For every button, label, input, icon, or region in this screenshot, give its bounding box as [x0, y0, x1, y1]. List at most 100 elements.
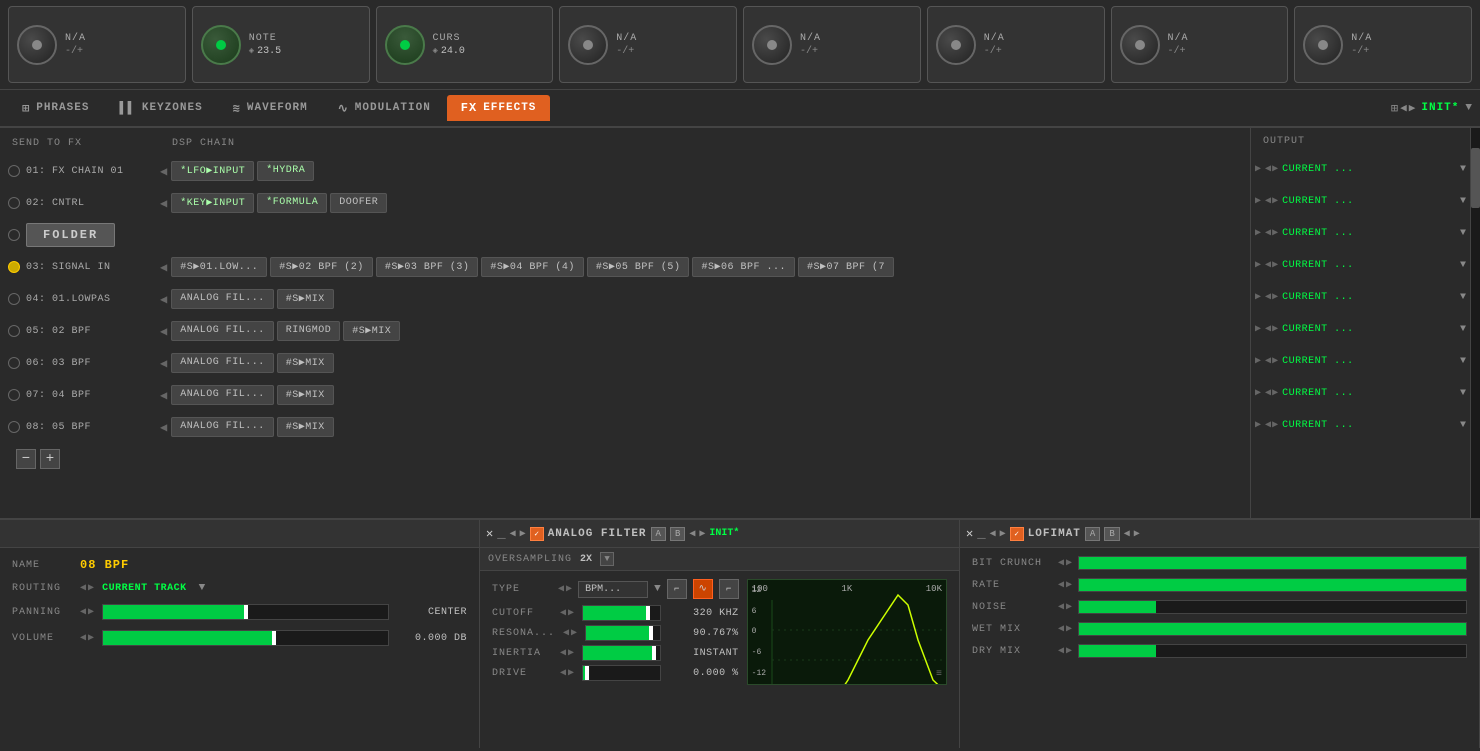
- drive-next[interactable]: ▶: [568, 667, 574, 679]
- output-next-9[interactable]: ▶: [1272, 419, 1278, 431]
- output-play-3[interactable]: ▶: [1255, 227, 1261, 239]
- right-prev-btn[interactable]: ◀: [990, 528, 996, 540]
- knob-6[interactable]: [936, 25, 976, 65]
- main-scrollbar[interactable]: [1470, 128, 1480, 518]
- right-tag-b[interactable]: B: [1104, 527, 1119, 541]
- next-preset-btn[interactable]: ▶: [1409, 101, 1416, 115]
- panning-prev[interactable]: ◀: [80, 606, 86, 618]
- mid-close-btn[interactable]: ✕: [486, 526, 493, 541]
- rate-slider[interactable]: [1078, 578, 1467, 592]
- mid-prev-btn[interactable]: ◀: [510, 528, 516, 540]
- output-play-5[interactable]: ▶: [1255, 291, 1261, 303]
- dry-mix-slider[interactable]: [1078, 644, 1467, 658]
- add-btn[interactable]: +: [40, 449, 60, 469]
- type-next[interactable]: ▶: [566, 583, 572, 595]
- routing-next[interactable]: ▶: [88, 582, 94, 594]
- output-prev-1[interactable]: ◀: [1265, 163, 1271, 175]
- chip-smix-2[interactable]: #S▶MIX: [343, 321, 400, 341]
- type-prev[interactable]: ◀: [558, 583, 564, 595]
- tab-waveform[interactable]: ≋ WAVEFORM: [219, 95, 322, 122]
- knob-4[interactable]: [568, 25, 608, 65]
- cutoff-next[interactable]: ▶: [568, 607, 574, 619]
- output-dd-5[interactable]: ▼: [1460, 292, 1466, 303]
- oversampling-dropdown[interactable]: ▼: [600, 552, 614, 566]
- output-play-4[interactable]: ▶: [1255, 259, 1261, 271]
- noise-next[interactable]: ▶: [1066, 601, 1072, 613]
- output-dd-6[interactable]: ▼: [1460, 324, 1466, 335]
- chip-s07[interactable]: #S▶07 BPF (7: [798, 257, 894, 277]
- folder-btn[interactable]: FOLDER: [26, 223, 115, 247]
- chip-smix-1[interactable]: #S▶MIX: [277, 289, 334, 309]
- output-dd-9[interactable]: ▼: [1460, 420, 1466, 431]
- row-arrow-6[interactable]: ◀: [160, 324, 167, 339]
- bit-crunch-prev[interactable]: ◀: [1058, 557, 1064, 569]
- chip-analog-1[interactable]: ANALOG FIL...: [171, 289, 274, 309]
- panning-next[interactable]: ▶: [88, 606, 94, 618]
- resonance-prev[interactable]: ◀: [563, 627, 569, 639]
- rate-next[interactable]: ▶: [1066, 579, 1072, 591]
- drive-slider[interactable]: [582, 665, 661, 681]
- right-enable-checkbox[interactable]: ✓: [1010, 527, 1024, 541]
- panning-slider[interactable]: [102, 604, 389, 620]
- output-play-6[interactable]: ▶: [1255, 323, 1261, 335]
- chip-doofer[interactable]: DOOFER: [330, 193, 387, 213]
- type-dropdown[interactable]: BPM...: [578, 581, 648, 598]
- preset-dropdown-arrow[interactable]: ▼: [1465, 102, 1472, 114]
- wet-mix-next[interactable]: ▶: [1066, 623, 1072, 635]
- type-btn-3[interactable]: ⌐: [719, 579, 739, 599]
- noise-prev[interactable]: ◀: [1058, 601, 1064, 613]
- output-prev-3[interactable]: ◀: [1265, 227, 1271, 239]
- wet-mix-prev[interactable]: ◀: [1058, 623, 1064, 635]
- tab-keyzones[interactable]: ▌▌ KEYZONES: [105, 95, 216, 121]
- knob-8[interactable]: [1303, 25, 1343, 65]
- output-dd-1[interactable]: ▼: [1460, 164, 1466, 175]
- inertia-prev[interactable]: ◀: [560, 647, 566, 659]
- chip-analog-4[interactable]: ANALOG FIL...: [171, 385, 274, 405]
- output-play-2[interactable]: ▶: [1255, 195, 1261, 207]
- type-dd-arrow[interactable]: ▼: [654, 583, 661, 595]
- type-btn-wave[interactable]: ∿: [693, 579, 713, 599]
- output-next-3[interactable]: ▶: [1272, 227, 1278, 239]
- row-arrow-5[interactable]: ◀: [160, 292, 167, 307]
- volume-next[interactable]: ▶: [88, 632, 94, 644]
- chip-smix-3[interactable]: #S▶MIX: [277, 353, 334, 373]
- output-play-1[interactable]: ▶: [1255, 163, 1261, 175]
- routing-dropdown[interactable]: ▼: [199, 582, 206, 594]
- knob-5[interactable]: [752, 25, 792, 65]
- output-prev-4[interactable]: ◀: [1265, 259, 1271, 271]
- knob-7[interactable]: [1120, 25, 1160, 65]
- output-next-4[interactable]: ▶: [1272, 259, 1278, 271]
- right-min-btn[interactable]: _: [977, 526, 985, 542]
- chip-s01[interactable]: #S▶01.LOW...: [171, 257, 267, 277]
- resonance-next[interactable]: ▶: [571, 627, 577, 639]
- type-btn-1[interactable]: ⌐: [667, 579, 687, 599]
- bit-crunch-next[interactable]: ▶: [1066, 557, 1072, 569]
- rate-prev[interactable]: ◀: [1058, 579, 1064, 591]
- knob-1[interactable]: [17, 25, 57, 65]
- scrollbar-thumb[interactable]: [1471, 148, 1480, 208]
- row-arrow-9[interactable]: ◀: [160, 420, 167, 435]
- cutoff-slider[interactable]: [582, 605, 661, 621]
- row-arrow-7[interactable]: ◀: [160, 356, 167, 371]
- right-preset-next[interactable]: ▶: [1134, 528, 1140, 540]
- bit-crunch-slider[interactable]: [1078, 556, 1467, 570]
- tab-phrases[interactable]: ⊞ PHRASES: [8, 95, 103, 122]
- output-next-5[interactable]: ▶: [1272, 291, 1278, 303]
- output-play-9[interactable]: ▶: [1255, 419, 1261, 431]
- output-next-7[interactable]: ▶: [1272, 355, 1278, 367]
- inertia-slider[interactable]: [582, 645, 661, 661]
- right-preset-prev[interactable]: ◀: [1124, 528, 1130, 540]
- knob-2[interactable]: [201, 25, 241, 65]
- tab-modulation[interactable]: ∿ MODULATION: [324, 95, 445, 122]
- chip-analog-3[interactable]: ANALOG FIL...: [171, 353, 274, 373]
- output-prev-8[interactable]: ◀: [1265, 387, 1271, 399]
- output-play-8[interactable]: ▶: [1255, 387, 1261, 399]
- output-prev-6[interactable]: ◀: [1265, 323, 1271, 335]
- remove-btn[interactable]: −: [16, 449, 36, 469]
- chip-hydra[interactable]: *HYDRA: [257, 161, 314, 181]
- chip-s03[interactable]: #S▶03 BPF (3): [376, 257, 479, 277]
- mid-tag-a[interactable]: A: [651, 527, 666, 541]
- output-next-8[interactable]: ▶: [1272, 387, 1278, 399]
- chip-lfo-input[interactable]: *LFO▶INPUT: [171, 161, 254, 181]
- volume-slider[interactable]: [102, 630, 389, 646]
